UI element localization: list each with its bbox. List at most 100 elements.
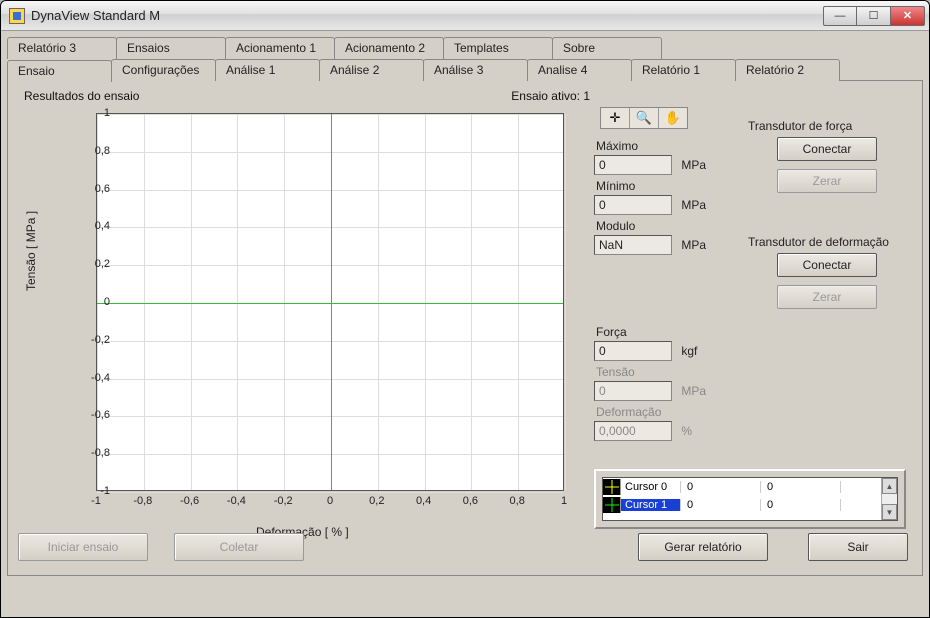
label-deformacao: Deformação [596, 405, 734, 419]
cursor-y: 0 [761, 481, 841, 493]
tab-row-1: Relatório 3 Ensaios Acionamento 1 Aciona… [7, 37, 923, 59]
cursor-x: 0 [681, 481, 761, 493]
tab-analise2[interactable]: Análise 2 [319, 59, 424, 81]
y-tick: 0,4 [70, 220, 110, 232]
zero-deformacao-button[interactable]: Zerar [777, 285, 877, 309]
zero-forca-button[interactable]: Zerar [777, 169, 877, 193]
plot[interactable] [96, 113, 564, 491]
unit-minimo: MPa [681, 198, 706, 212]
label-tensao: Tensão [596, 365, 734, 379]
x-tick: -0,4 [216, 495, 256, 507]
crosshair-icon[interactable]: ✛ [601, 108, 630, 128]
tab-sobre[interactable]: Sobre [552, 37, 662, 59]
unit-tensao: MPa [681, 384, 706, 398]
start-test-button[interactable]: Iniciar ensaio [18, 533, 148, 561]
x-tick: 0,2 [357, 495, 397, 507]
unit-modulo: MPa [681, 238, 706, 252]
cursor-panel: Cursor 0 0 0 Cursor 1 0 0 ▲ [594, 469, 906, 529]
y-tick: -0,4 [70, 372, 110, 384]
scroll-up-icon[interactable]: ▲ [882, 478, 897, 494]
axis-x [97, 303, 563, 304]
x-tick: -0,6 [170, 495, 210, 507]
cursor-row-0[interactable]: Cursor 0 0 0 [603, 478, 897, 496]
cursor-swatch-icon [603, 479, 621, 495]
tab-analise3[interactable]: Análise 3 [423, 59, 528, 81]
value-maximo[interactable]: 0 [594, 155, 672, 175]
x-tick: 1 [544, 495, 584, 507]
x-tick: 0,4 [404, 495, 444, 507]
tab-relatorio1[interactable]: Relatório 1 [631, 59, 736, 81]
x-tick: 0,8 [497, 495, 537, 507]
cursor-list[interactable]: Cursor 0 0 0 Cursor 1 0 0 ▲ [602, 477, 898, 521]
tab-templates[interactable]: Templates [443, 37, 553, 59]
app-window: DynaView Standard M — ☐ ✕ Relatório 3 En… [0, 0, 930, 618]
value-modulo[interactable]: NaN [594, 235, 672, 255]
label-minimo: Mínimo [596, 179, 734, 193]
cursor-row-1[interactable]: Cursor 1 0 0 [603, 496, 897, 514]
connect-deformacao-button[interactable]: Conectar [777, 253, 877, 277]
minimize-button[interactable]: — [823, 6, 857, 26]
tab-content: Resultados do ensaio Ensaio ativo: 1 Ten… [7, 80, 923, 576]
value-minimo[interactable]: 0 [594, 195, 672, 215]
titlebar[interactable]: DynaView Standard M — ☐ ✕ [1, 1, 929, 31]
label-transdutor-deformacao: Transdutor de deformação [748, 235, 908, 249]
y-tick: 0,6 [70, 183, 110, 195]
value-deformacao: 0,0000 [594, 421, 672, 441]
tab-row-2: Ensaio Configurações Análise 1 Análise 2… [7, 59, 923, 81]
action-row: Iniciar ensaio Coletar Gerar relatório S… [18, 529, 908, 565]
x-tick: -0,8 [123, 495, 163, 507]
y-tick: -1 [70, 485, 110, 497]
generate-report-button[interactable]: Gerar relatório [638, 533, 768, 561]
readouts-bottom: Força 0 kgf Tensão 0 MPa Deformação 0,00… [594, 321, 734, 441]
y-axis-label: Tensão [ MPa ] [24, 211, 38, 291]
y-tick: 1 [70, 107, 110, 119]
cursor-x: 0 [681, 499, 761, 511]
tab-ensaios[interactable]: Ensaios [116, 37, 226, 59]
label-transdutor-forca: Transdutor de força [748, 119, 908, 133]
cursor-scrollbar[interactable]: ▲ ▼ [881, 478, 897, 520]
close-button[interactable]: ✕ [891, 6, 925, 26]
app-icon [9, 8, 25, 24]
collect-button[interactable]: Coletar [174, 533, 304, 561]
chart-area: Tensão [ MPa ] Deformação [ % ] -1-0,8-0… [26, 107, 582, 537]
tab-ensaio[interactable]: Ensaio [7, 60, 112, 82]
tab-acionamento2[interactable]: Acionamento 2 [334, 37, 444, 59]
cursor-swatch-icon [603, 497, 621, 513]
pan-icon[interactable]: ✋ [659, 108, 687, 128]
cursor-name: Cursor 0 [621, 481, 681, 493]
unit-forca: kgf [681, 344, 697, 358]
value-forca[interactable]: 0 [594, 341, 672, 361]
unit-maximo: MPa [681, 158, 706, 172]
label-forca: Força [596, 325, 734, 339]
zoom-icon[interactable]: 🔍 [630, 108, 659, 128]
y-tick: 0 [70, 296, 110, 308]
client-area: Relatório 3 Ensaios Acionamento 1 Aciona… [1, 31, 929, 617]
exit-button[interactable]: Sair [808, 533, 908, 561]
active-test-label: Ensaio ativo: 1 [511, 89, 590, 103]
y-tick: -0,6 [70, 409, 110, 421]
cursor-y: 0 [761, 499, 841, 511]
maximize-button[interactable]: ☐ [857, 6, 891, 26]
transducer-panel: Transdutor de força Conectar Zerar Trans… [746, 115, 908, 317]
x-tick: 0 [310, 495, 350, 507]
x-tick: 0,6 [450, 495, 490, 507]
tab-relatorio2[interactable]: Relatório 2 [735, 59, 840, 81]
tab-relatorio3[interactable]: Relatório 3 [7, 37, 117, 59]
scroll-down-icon[interactable]: ▼ [882, 504, 897, 520]
tab-analise4[interactable]: Analise 4 [527, 59, 632, 81]
tab-analise1[interactable]: Análise 1 [215, 59, 320, 81]
readouts-top: Máximo 0 MPa Mínimo 0 MPa Modulo NaN MPa [594, 135, 734, 255]
y-tick: 0,2 [70, 258, 110, 270]
y-tick: -0,2 [70, 334, 110, 346]
tab-acionamento1[interactable]: Acionamento 1 [225, 37, 335, 59]
label-modulo: Modulo [596, 219, 734, 233]
value-tensao: 0 [594, 381, 672, 401]
window-title: DynaView Standard M [31, 8, 823, 23]
y-tick: 0,8 [70, 145, 110, 157]
axis-y [331, 114, 332, 490]
chart-title: Resultados do ensaio [24, 89, 464, 103]
graph-toolbar: ✛ 🔍 ✋ [600, 107, 688, 129]
connect-forca-button[interactable]: Conectar [777, 137, 877, 161]
tab-configuracoes[interactable]: Configurações [111, 59, 216, 81]
cursor-name: Cursor 1 [621, 499, 681, 511]
